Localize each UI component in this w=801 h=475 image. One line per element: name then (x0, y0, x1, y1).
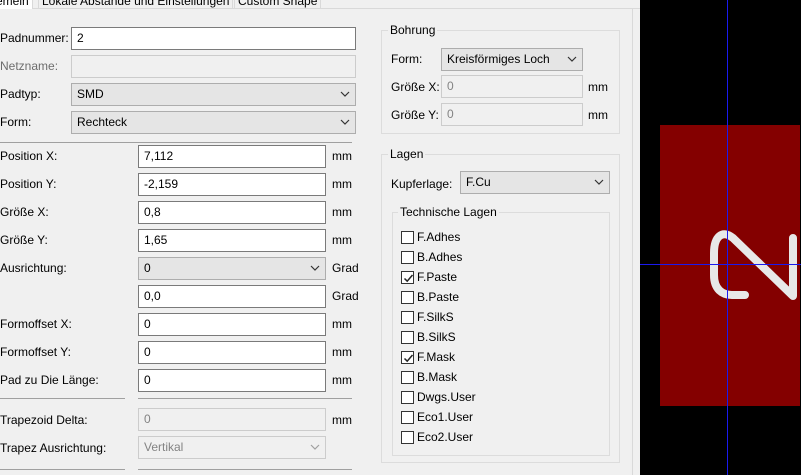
lagen-title: Lagen (388, 147, 426, 161)
netzname-input[interactable] (71, 55, 356, 78)
bohrung-groesse-x-input[interactable]: 0 (441, 75, 583, 98)
formoffset-x-label: Formoffset X: (0, 317, 72, 331)
position-y-unit: mm (332, 177, 352, 191)
crosshair-vertical (727, 0, 728, 475)
tab-strip: Allgemein Lokale Abstände und Einstellun… (0, 0, 640, 9)
formoffset-x-unit: mm (332, 317, 352, 331)
formoffset-y-input[interactable]: 0 (138, 341, 326, 364)
layer-checkbox[interactable] (401, 391, 414, 404)
groesse-y-unit: mm (332, 233, 352, 247)
formoffset-y-label: Formoffset Y: (0, 345, 71, 359)
pad-laenge-input[interactable]: 0 (138, 369, 326, 392)
bohrung-groesse-y-label: Größe Y: (391, 108, 439, 122)
padtyp-label: Padtyp: (0, 87, 41, 101)
form-select[interactable]: Rechteck (71, 111, 356, 134)
ausrichtung-select[interactable]: 0 (138, 257, 326, 280)
separator (0, 142, 352, 143)
position-x-label: Position X: (0, 149, 58, 163)
separator (0, 398, 125, 399)
layer-checkbox[interactable] (401, 231, 414, 244)
pad-preview-canvas[interactable] (640, 0, 801, 475)
ausrichtung-label: Ausrichtung: (0, 261, 67, 275)
separator (138, 469, 352, 470)
position-y-input[interactable]: -2,159 (138, 173, 326, 196)
tab-allgemein[interactable]: Allgemein (0, 0, 33, 9)
layer-checkbox[interactable] (401, 371, 414, 384)
bohrung-groesse-x-unit: mm (588, 80, 608, 94)
layer-label: B.SilkS (417, 330, 456, 344)
ausrichtung-custom-input[interactable]: 0,0 (138, 285, 326, 308)
groesse-x-label: Größe X: (0, 205, 49, 219)
netzname-label: Netzname: (0, 59, 59, 73)
groesse-x-input[interactable]: 0,8 (138, 201, 326, 224)
layer-checkbox[interactable] (401, 411, 414, 424)
crosshair-horizontal (640, 264, 801, 265)
trapezoid-delta-label: Trapezoid Delta: (0, 413, 88, 427)
trapezoid-delta-unit: mm (332, 413, 352, 427)
layer-label: F.SilkS (417, 310, 454, 324)
chevron-down-icon (565, 49, 579, 70)
position-x-unit: mm (332, 149, 352, 163)
ausrichtung-custom-unit: Grad (332, 289, 359, 303)
position-y-label: Position Y: (0, 177, 57, 191)
layer-checkbox[interactable] (401, 271, 414, 284)
pad-number-glyph (710, 230, 797, 300)
layer-checkbox[interactable] (401, 331, 414, 344)
layer-checkbox[interactable] (401, 291, 414, 304)
tab-lokale-abstaende[interactable]: Lokale Abstände und Einstellungen (38, 0, 234, 9)
groesse-y-label: Größe Y: (0, 233, 48, 247)
layer-checkbox[interactable] (401, 311, 414, 324)
trapezoid-delta-input[interactable]: 0 (138, 408, 326, 431)
layer-label: Dwgs.User (417, 390, 476, 404)
kupferlage-select[interactable]: F.Cu (460, 171, 610, 194)
layer-checkbox[interactable] (401, 431, 414, 444)
ausrichtung-unit: Grad (332, 261, 359, 275)
layer-label: B.Adhes (417, 250, 463, 264)
layer-checkbox[interactable] (401, 251, 414, 264)
padnummer-input[interactable]: 2 (71, 27, 356, 50)
layer-label: Eco2.User (417, 430, 474, 444)
chevron-down-icon (308, 258, 322, 279)
page-scroll-edge (632, 9, 640, 475)
pad-laenge-label: Pad zu Die Länge: (0, 373, 99, 387)
groesse-y-input[interactable]: 1,65 (138, 229, 326, 252)
layer-checkbox[interactable] (401, 351, 414, 364)
formoffset-x-input[interactable]: 0 (138, 313, 326, 336)
padnummer-label: Padnummer: (0, 31, 69, 45)
bohrung-groesse-y-unit: mm (588, 108, 608, 122)
position-x-input[interactable]: 7,112 (138, 145, 326, 168)
bohrung-groesse-x-label: Größe X: (391, 80, 440, 94)
layer-label: B.Mask (417, 370, 458, 384)
layer-label: F.Paste (417, 270, 458, 284)
pad-laenge-unit: mm (332, 373, 352, 387)
chevron-down-icon (338, 112, 352, 133)
layer-label: F.Mask (417, 350, 456, 364)
formoffset-y-unit: mm (332, 345, 352, 359)
separator (0, 469, 125, 470)
checkmark-icon (403, 354, 414, 363)
groesse-x-unit: mm (332, 205, 352, 219)
bohrung-form-select[interactable]: Kreisförmiges Loch (441, 48, 583, 71)
chevron-down-icon (308, 437, 322, 458)
bohrung-title: Bohrung (388, 23, 438, 37)
layer-label: F.Adhes (417, 230, 461, 244)
bohrung-form-label: Form: (391, 52, 423, 66)
layer-label: Eco1.User (417, 410, 474, 424)
checkmark-icon (403, 274, 414, 283)
technische-lagen-title: Technische Lagen (398, 205, 499, 219)
padtyp-select[interactable]: SMD (71, 83, 356, 106)
chevron-down-icon (338, 84, 352, 105)
bohrung-groesse-y-input[interactable]: 0 (441, 103, 583, 126)
kupferlage-label: Kupferlage: (391, 177, 453, 191)
tab-custom-shape[interactable]: Custom Shape (234, 0, 322, 9)
trapez-ausrichtung-select[interactable]: Vertikal (138, 436, 326, 459)
trapez-ausrichtung-label: Trapez Ausrichtung: (0, 441, 107, 455)
layer-label: B.Paste (417, 290, 460, 304)
separator (138, 398, 352, 399)
form-label: Form: (0, 115, 32, 129)
chevron-down-icon (592, 172, 606, 193)
